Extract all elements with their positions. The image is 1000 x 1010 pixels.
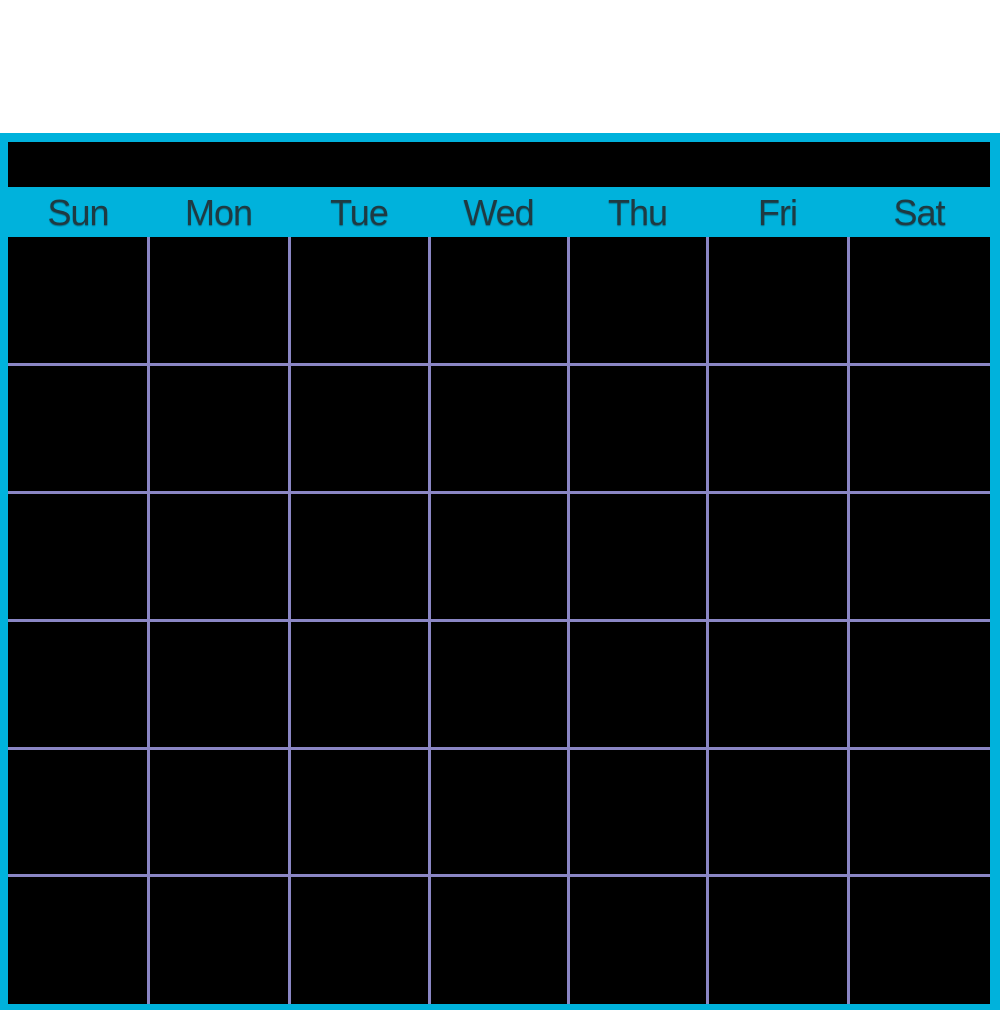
day-cell[interactable] bbox=[291, 877, 428, 1001]
day-cell[interactable] bbox=[8, 237, 147, 363]
day-cell[interactable] bbox=[850, 622, 987, 747]
day-cell[interactable] bbox=[431, 622, 567, 747]
weekday-tue: Tue bbox=[330, 192, 389, 233]
weekday-sun: Sun bbox=[47, 192, 109, 233]
day-cell[interactable] bbox=[709, 237, 847, 363]
day-cell[interactable] bbox=[709, 622, 847, 747]
day-cell[interactable] bbox=[850, 750, 987, 874]
day-cell[interactable] bbox=[850, 237, 987, 363]
day-cell[interactable] bbox=[8, 366, 147, 491]
day-cell[interactable] bbox=[570, 237, 706, 363]
day-cell[interactable] bbox=[570, 494, 706, 619]
day-cell[interactable] bbox=[291, 366, 428, 491]
day-cell[interactable] bbox=[431, 750, 567, 874]
day-cell[interactable] bbox=[709, 877, 847, 1001]
day-cell[interactable] bbox=[431, 366, 567, 491]
weekday-sat: Sat bbox=[893, 192, 945, 233]
day-cell[interactable] bbox=[431, 877, 567, 1001]
day-cell[interactable] bbox=[570, 366, 706, 491]
day-cell[interactable] bbox=[850, 877, 987, 1001]
weekday-mon: Mon bbox=[184, 192, 253, 233]
day-cell[interactable] bbox=[850, 366, 987, 491]
weekday-thu: Thu bbox=[607, 192, 668, 233]
day-cell[interactable] bbox=[850, 494, 987, 619]
day-cell[interactable] bbox=[150, 750, 288, 874]
day-cell[interactable] bbox=[150, 877, 288, 1001]
day-cell[interactable] bbox=[291, 494, 428, 619]
day-cell[interactable] bbox=[431, 237, 567, 363]
day-cell[interactable] bbox=[570, 750, 706, 874]
day-cell[interactable] bbox=[709, 750, 847, 874]
weekday-header-row: Sun Mon Tue Wed Thu Fri Sat bbox=[0, 187, 1000, 237]
day-cell[interactable] bbox=[291, 237, 428, 363]
day-cell[interactable] bbox=[8, 622, 147, 747]
day-cell[interactable] bbox=[570, 877, 706, 1001]
month-title-bar bbox=[8, 142, 990, 187]
day-cell[interactable] bbox=[570, 622, 706, 747]
day-cell[interactable] bbox=[291, 622, 428, 747]
day-cell[interactable] bbox=[150, 494, 288, 619]
day-cell[interactable] bbox=[150, 237, 288, 363]
day-cell[interactable] bbox=[291, 750, 428, 874]
day-cell[interactable] bbox=[709, 366, 847, 491]
day-cell[interactable] bbox=[8, 750, 147, 874]
day-cell[interactable] bbox=[8, 494, 147, 619]
day-grid bbox=[8, 237, 990, 1004]
calendar: Sun Mon Tue Wed Thu Fri Sat bbox=[0, 133, 1000, 1010]
day-cell[interactable] bbox=[8, 877, 147, 1001]
weekday-fri: Fri bbox=[758, 192, 798, 233]
day-cell[interactable] bbox=[150, 622, 288, 747]
day-cell[interactable] bbox=[431, 494, 567, 619]
weekday-wed: Wed bbox=[463, 192, 534, 233]
day-cell[interactable] bbox=[709, 494, 847, 619]
day-cell[interactable] bbox=[150, 366, 288, 491]
